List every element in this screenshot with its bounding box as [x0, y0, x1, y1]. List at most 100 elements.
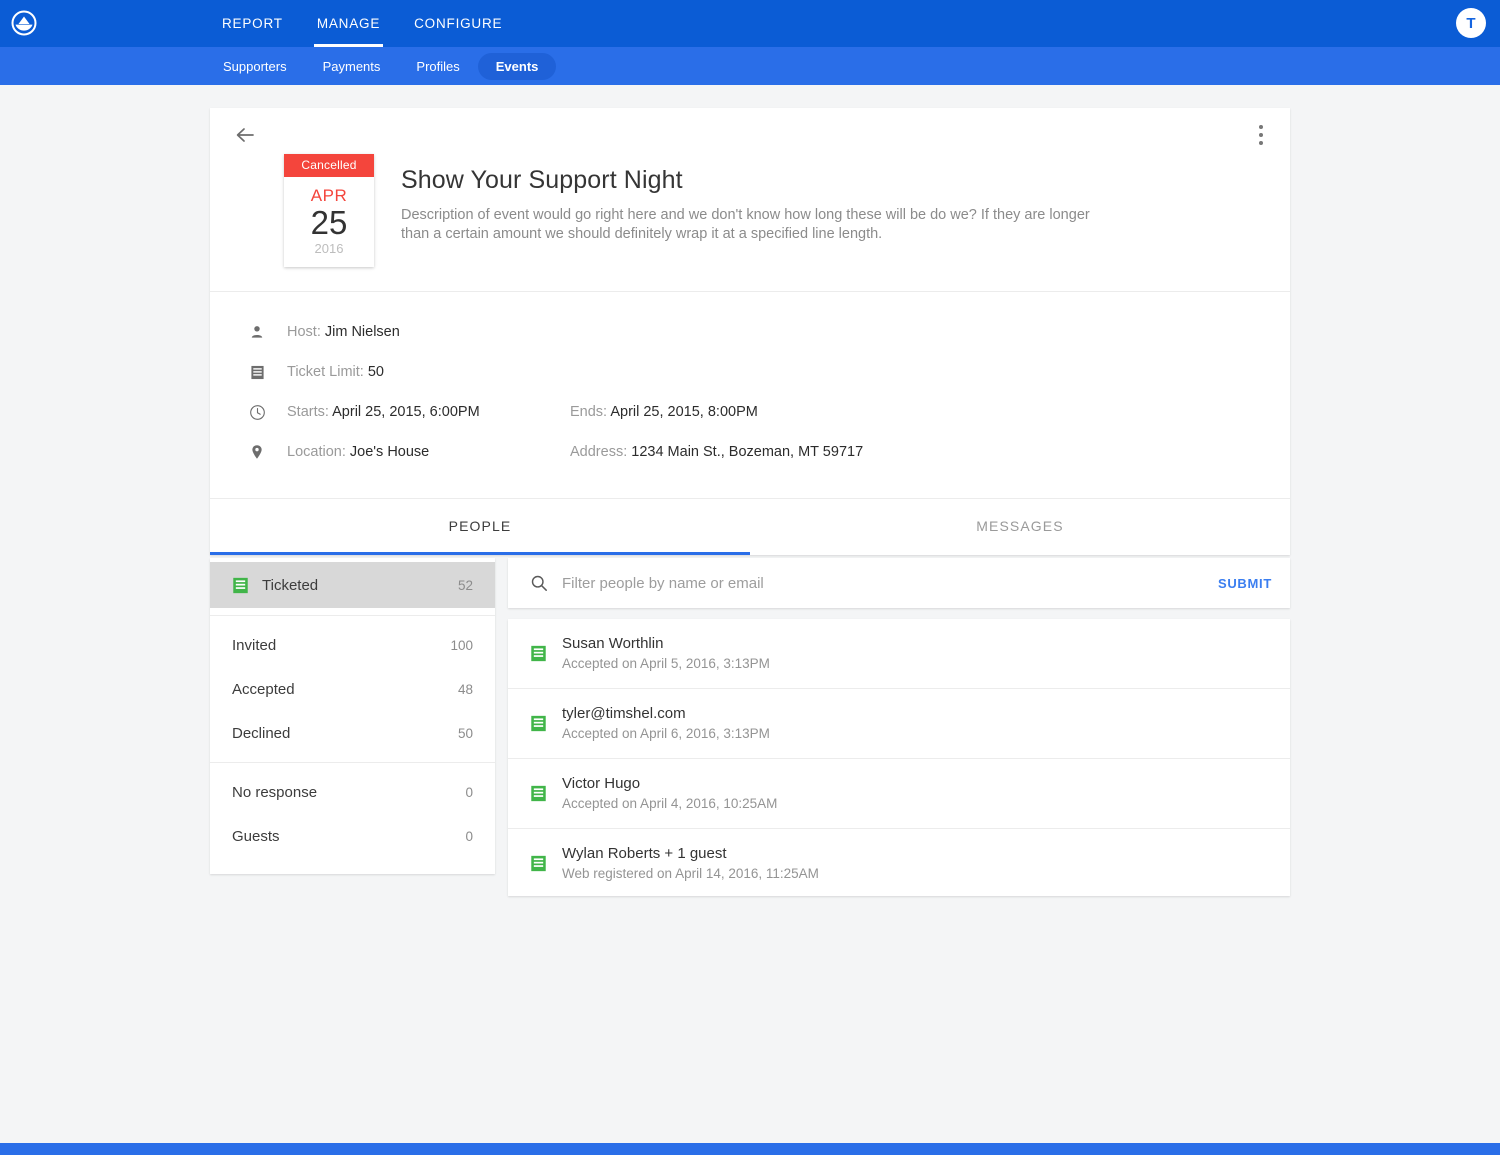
person-icon	[246, 324, 268, 340]
event-year: 2016	[314, 241, 344, 256]
ends-label: Ends:	[570, 404, 608, 420]
host-label: Host:	[287, 324, 321, 340]
sidebar-item-label: Invited	[232, 636, 277, 654]
app-logo-icon[interactable]	[11, 10, 37, 36]
ends-field: Ends: April 25, 2015, 8:00PM	[570, 404, 758, 420]
bottom-accent-bar	[0, 1143, 1500, 1155]
ticket-limit-value: 50	[367, 364, 384, 380]
ticket-limit-label: Ticket Limit:	[287, 364, 364, 380]
starts-label: Starts:	[287, 404, 329, 420]
sidebar-item-label: No response	[232, 783, 318, 801]
people-section: Ticketed 52 Invited 100 Accepted 48 Decl…	[210, 558, 1290, 896]
list-item-text: tyler@timshel.com Accepted on April 6, 2…	[562, 704, 770, 743]
host-field: Host: Jim Nielsen	[287, 324, 570, 340]
list-item[interactable]: Susan Worthlin Accepted on April 5, 2016…	[508, 619, 1290, 689]
sidebar-item-count: 52	[457, 577, 473, 593]
subnav-item-events[interactable]: Events	[477, 52, 557, 80]
event-month: APR	[310, 186, 348, 205]
secondary-navigation-bar: Supporters Payments Profiles Events	[0, 47, 1500, 85]
person-name: tyler@timshel.com	[562, 705, 686, 722]
people-list: Susan Worthlin Accepted on April 5, 2016…	[508, 619, 1290, 896]
list-item[interactable]: Wylan Roberts + 1 guest Web registered o…	[508, 829, 1290, 896]
nav-item-configure[interactable]: CONFIGURE	[397, 0, 519, 47]
people-main-column: SUBMIT Susan Worthlin Accepted on April …	[508, 558, 1290, 896]
person-status: Accepted on April 4, 2016, 10:25AM	[562, 796, 778, 811]
event-title-block: Show Your Support Night Description of e…	[401, 166, 1101, 267]
divider	[210, 762, 495, 763]
event-date-card: Cancelled APR 25 2016	[284, 154, 374, 267]
list-item-text: Victor Hugo Accepted on April 4, 2016, 1…	[562, 774, 777, 813]
ends-value: April 25, 2015, 8:00PM	[610, 404, 758, 420]
person-status: Accepted on April 5, 2016, 3:13PM	[562, 656, 770, 671]
starts-value: April 25, 2015, 6:00PM	[332, 404, 480, 420]
person-status: Accepted on April 6, 2016, 3:13PM	[562, 726, 770, 741]
meta-row-host: Host: Jim Nielsen	[246, 312, 1262, 352]
ticket-icon	[530, 855, 547, 872]
list-item-text: Wylan Roberts + 1 guest Web registered o…	[562, 844, 819, 883]
sidebar-item-count: 50	[457, 725, 473, 741]
sidebar-item-label: Declined	[232, 724, 291, 742]
location-pin-icon	[246, 444, 268, 460]
list-item[interactable]: Victor Hugo Accepted on April 4, 2016, 1…	[508, 759, 1290, 829]
address-value: 1234 Main St., Bozeman, MT 59717	[631, 444, 864, 460]
people-filter-sidebar: Ticketed 52 Invited 100 Accepted 48 Decl…	[210, 558, 495, 874]
top-navigation-bar: REPORT MANAGE CONFIGURE T	[0, 0, 1500, 47]
address-label: Address:	[570, 444, 628, 460]
search-input[interactable]	[562, 574, 1218, 592]
primary-nav: REPORT MANAGE CONFIGURE	[205, 0, 519, 47]
sidebar-item-ticketed[interactable]: Ticketed 52	[210, 562, 495, 608]
page-title: Show Your Support Night	[401, 166, 683, 194]
sidebar-item-declined[interactable]: Declined 50	[210, 711, 495, 755]
sidebar-item-guests[interactable]: Guests 0	[210, 814, 495, 858]
secondary-nav: Supporters Payments Profiles Events	[205, 52, 557, 80]
event-tabs: PEOPLE MESSAGES	[210, 498, 1290, 555]
event-header: Cancelled APR 25 2016 Show Your Support …	[210, 108, 1290, 292]
list-item-text: Susan Worthlin Accepted on April 5, 2016…	[562, 634, 770, 673]
status-badge: Cancelled	[284, 154, 374, 177]
host-value: Jim Nielsen	[324, 324, 400, 340]
sidebar-item-count: 0	[465, 784, 473, 800]
meta-row-time: Starts: April 25, 2015, 6:00PM Ends: Apr…	[246, 392, 1262, 432]
meta-row-location: Location: Joe's House Address: 1234 Main…	[246, 432, 1262, 472]
sidebar-item-invited[interactable]: Invited 100	[210, 623, 495, 667]
sidebar-item-no-response[interactable]: No response 0	[210, 770, 495, 814]
divider	[210, 615, 495, 616]
starts-field: Starts: April 25, 2015, 6:00PM	[287, 404, 570, 420]
clock-icon	[246, 404, 268, 421]
search-icon	[530, 574, 548, 592]
sidebar-item-count: 100	[450, 637, 473, 653]
person-status: Web registered on April 14, 2016, 11:25A…	[562, 866, 819, 881]
person-name: Victor Hugo	[562, 775, 641, 792]
people-search-bar: SUBMIT	[508, 558, 1290, 608]
meta-row-ticket-limit: Ticket Limit: 50	[246, 352, 1262, 392]
avatar[interactable]: T	[1456, 8, 1486, 38]
address-field: Address: 1234 Main St., Bozeman, MT 5971…	[570, 444, 863, 460]
event-meta-list: Host: Jim Nielsen Ticket Limit: 50 Start…	[210, 292, 1290, 498]
sidebar-item-label: Ticketed	[262, 576, 319, 594]
subnav-item-profiles[interactable]: Profiles	[398, 53, 477, 80]
tab-messages[interactable]: MESSAGES	[750, 499, 1290, 555]
kebab-menu-icon[interactable]	[1250, 122, 1272, 148]
subnav-item-payments[interactable]: Payments	[305, 53, 399, 80]
submit-button[interactable]: SUBMIT	[1218, 576, 1272, 591]
ticket-limit-field: Ticket Limit: 50	[287, 364, 570, 380]
sidebar-item-count: 0	[465, 828, 473, 844]
ticket-icon	[246, 365, 268, 380]
subnav-item-supporters[interactable]: Supporters	[205, 53, 305, 80]
sidebar-item-count: 48	[457, 681, 473, 697]
location-value: Joe's House	[349, 444, 430, 460]
sidebar-item-label: Accepted	[232, 680, 295, 698]
sidebar-item-accepted[interactable]: Accepted 48	[210, 667, 495, 711]
nav-item-report[interactable]: REPORT	[205, 0, 300, 47]
ticket-icon	[232, 577, 249, 594]
tab-people[interactable]: PEOPLE	[210, 499, 750, 555]
ticket-icon	[530, 715, 547, 732]
ticket-icon	[530, 645, 547, 662]
nav-item-manage[interactable]: MANAGE	[300, 0, 397, 47]
list-item[interactable]: tyler@timshel.com Accepted on April 6, 2…	[508, 689, 1290, 759]
sidebar-item-label: Guests	[232, 827, 280, 845]
location-label: Location:	[287, 444, 346, 460]
person-name: Susan Worthlin	[562, 635, 664, 652]
event-day: 25	[310, 204, 348, 241]
arrow-left-icon[interactable]	[232, 122, 258, 148]
